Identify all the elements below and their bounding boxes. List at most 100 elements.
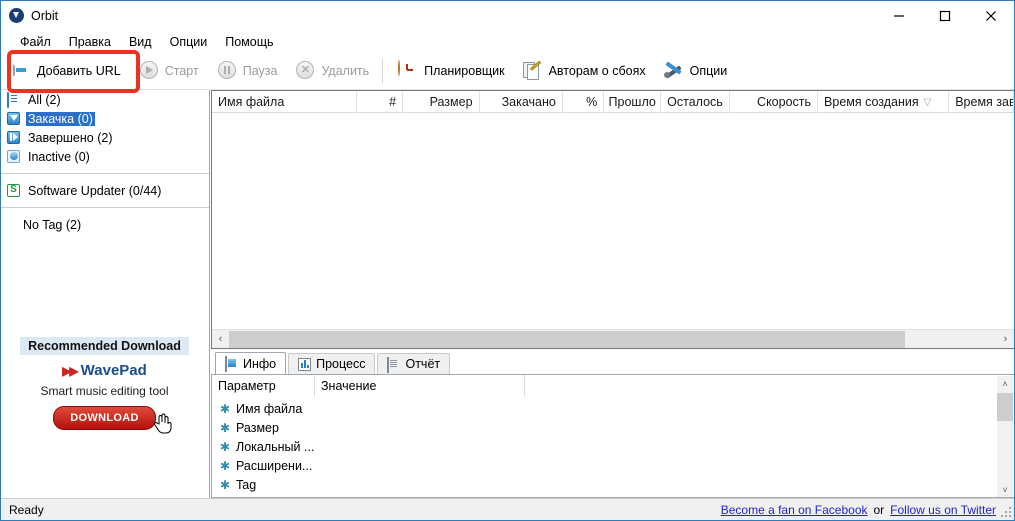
add-url-button[interactable]: Добавить URL bbox=[3, 56, 129, 86]
h-scroll-thumb[interactable] bbox=[229, 330, 905, 348]
pause-label: Пауза bbox=[242, 64, 278, 78]
resize-grip[interactable] bbox=[999, 505, 1011, 517]
minimize-button[interactable] bbox=[876, 1, 922, 31]
report-pencil-icon bbox=[522, 60, 543, 81]
pause-button[interactable]: Пауза bbox=[209, 56, 286, 86]
h-scroll-track[interactable] bbox=[229, 330, 997, 348]
column-header-elapsed[interactable]: Прошло bbox=[604, 91, 662, 113]
scroll-right-icon[interactable]: › bbox=[997, 331, 1014, 348]
horizontal-scrollbar[interactable]: ‹ › bbox=[212, 329, 1014, 348]
updater-icon: S bbox=[7, 183, 21, 198]
promo-tagline: Smart music editing tool bbox=[40, 384, 169, 398]
menu-item-edit[interactable]: Правка bbox=[60, 33, 120, 51]
twitter-link[interactable]: Follow us on Twitter bbox=[890, 503, 996, 517]
hand-cursor-icon bbox=[153, 413, 172, 434]
info-table: Параметр Значение ✱ Имя файла ✱ Размер ✱… bbox=[211, 374, 1014, 498]
sidebar-item-no-tag[interactable]: No Tag (2) bbox=[1, 215, 209, 235]
sidebar-item-completed[interactable]: Завершено (2) bbox=[1, 128, 209, 147]
no-tag-label: No Tag (2) bbox=[23, 218, 82, 232]
report-bugs-label: Авторам о сбоях bbox=[548, 64, 646, 78]
pause-icon bbox=[217, 61, 237, 81]
table-body[interactable] bbox=[212, 113, 1014, 327]
close-button[interactable] bbox=[968, 1, 1014, 31]
sidebar-item-inactive-label: Inactive (0) bbox=[28, 149, 90, 164]
scheduler-button[interactable]: Планировщик bbox=[390, 56, 512, 86]
promo-button-wrap: DOWNLOAD bbox=[53, 406, 172, 434]
list-item[interactable]: ✱ Tag bbox=[212, 475, 1014, 494]
toolbar-separator bbox=[382, 59, 384, 83]
title-bar: Orbit bbox=[1, 1, 1014, 31]
start-label: Старт bbox=[164, 64, 199, 78]
column-header-number[interactable]: # bbox=[357, 91, 404, 113]
maximize-button[interactable] bbox=[922, 1, 968, 31]
asterisk-icon: ✱ bbox=[220, 420, 231, 435]
promo-product[interactable]: ▶▶ WavePad bbox=[1, 362, 208, 379]
report-bugs-button[interactable]: Авторам о сбоях bbox=[515, 56, 654, 86]
sidebar-divider-1 bbox=[1, 173, 209, 174]
tab-report[interactable]: Отчёт bbox=[377, 353, 451, 374]
v-scroll-thumb[interactable] bbox=[997, 393, 1013, 421]
info-column-headers: Параметр Значение bbox=[212, 375, 1014, 397]
list-item[interactable]: ✱ Локальный ... bbox=[212, 437, 1014, 456]
table-column-headers: Имя файла # Размер Закачано % Прошло Ост… bbox=[212, 91, 1014, 113]
promo-download-button[interactable]: DOWNLOAD bbox=[53, 406, 156, 430]
list-item[interactable]: ✱ Имя файла bbox=[212, 399, 1014, 418]
menu-item-view[interactable]: Вид bbox=[120, 33, 161, 51]
column-header-created-time[interactable]: Время создания ▽ bbox=[818, 91, 950, 113]
scroll-up-icon[interactable]: ˄ bbox=[997, 376, 1013, 392]
promo-heading: Recommended Download bbox=[20, 337, 189, 355]
delete-label: Удалить bbox=[321, 64, 370, 78]
param-label: Локальный ... bbox=[236, 439, 315, 454]
asterisk-icon: ✱ bbox=[220, 439, 231, 454]
tab-process-label: Процесс bbox=[316, 357, 366, 371]
asterisk-icon: ✱ bbox=[220, 401, 231, 416]
tab-info[interactable]: Инфо bbox=[215, 352, 287, 374]
column-header-speed[interactable]: Скорость bbox=[730, 91, 819, 113]
column-header-percent[interactable]: % bbox=[563, 91, 605, 113]
menu-item-options[interactable]: Опции bbox=[161, 33, 217, 51]
options-button[interactable]: Опции bbox=[656, 56, 736, 86]
start-button[interactable]: Старт bbox=[131, 56, 207, 86]
sidebar-item-software-updater[interactable]: S Software Updater (0/44) bbox=[1, 181, 209, 200]
delete-button[interactable]: ✕ Удалить bbox=[287, 56, 377, 86]
details-tabs: Инфо Процесс Отчёт bbox=[211, 352, 1014, 374]
wrench-icon bbox=[663, 61, 684, 81]
promo-product-label: WavePad bbox=[80, 362, 147, 379]
sidebar-item-downloading[interactable]: Закачка (0) bbox=[1, 109, 209, 128]
info-vertical-scrollbar[interactable]: ˄ ˅ bbox=[997, 376, 1013, 497]
column-header-size[interactable]: Размер bbox=[403, 91, 480, 113]
sidebar-item-all[interactable]: All (2) bbox=[1, 90, 209, 109]
orbit-downloader-window: Orbit Файл Правка Вид Опции Помощь Добав… bbox=[0, 0, 1015, 521]
page-add-icon bbox=[11, 60, 31, 81]
scheduler-label: Планировщик bbox=[424, 64, 505, 78]
download-icon bbox=[7, 111, 21, 126]
column-header-finished-time[interactable]: Время зав bbox=[949, 91, 1014, 113]
list-item[interactable]: ✱ Расширени... bbox=[212, 456, 1014, 475]
scroll-down-icon[interactable]: ˅ bbox=[997, 482, 1013, 497]
info-rows: ✱ Имя файла ✱ Размер ✱ Локальный ... ✱ Р… bbox=[212, 397, 1014, 494]
tab-process[interactable]: Процесс bbox=[288, 353, 376, 374]
tab-report-label: Отчёт bbox=[405, 357, 441, 371]
param-label: Имя файла bbox=[236, 401, 303, 416]
column-header-filename[interactable]: Имя файла bbox=[212, 91, 357, 113]
param-label: Расширени... bbox=[236, 458, 313, 473]
list-item[interactable]: ✱ Размер bbox=[212, 418, 1014, 437]
facebook-link[interactable]: Become a fan on Facebook bbox=[721, 503, 868, 517]
links-separator: or bbox=[873, 502, 885, 517]
column-header-value[interactable]: Значение bbox=[315, 375, 525, 397]
category-list: All (2) Закачка (0) Завершено (2) Inacti… bbox=[1, 90, 209, 166]
social-links: Become a fan on Facebook or Follow us on… bbox=[721, 503, 1014, 517]
column-header-parameter[interactable]: Параметр bbox=[212, 375, 315, 397]
status-text: Ready bbox=[9, 502, 44, 517]
menu-item-file[interactable]: Файл bbox=[11, 33, 60, 51]
window-title: Orbit bbox=[31, 9, 59, 23]
window-controls bbox=[876, 1, 1014, 31]
column-header-downloaded[interactable]: Закачано bbox=[480, 91, 563, 113]
sidebar-item-inactive[interactable]: Inactive (0) bbox=[1, 147, 209, 166]
sidebar-item-downloading-label: Закачка (0) bbox=[26, 111, 95, 126]
column-header-remaining[interactable]: Осталось bbox=[661, 91, 730, 113]
scroll-left-icon[interactable]: ‹ bbox=[212, 331, 229, 348]
list-icon bbox=[7, 91, 21, 108]
menu-item-help[interactable]: Помощь bbox=[216, 33, 282, 51]
sidebar-item-completed-label: Завершено (2) bbox=[28, 130, 113, 145]
